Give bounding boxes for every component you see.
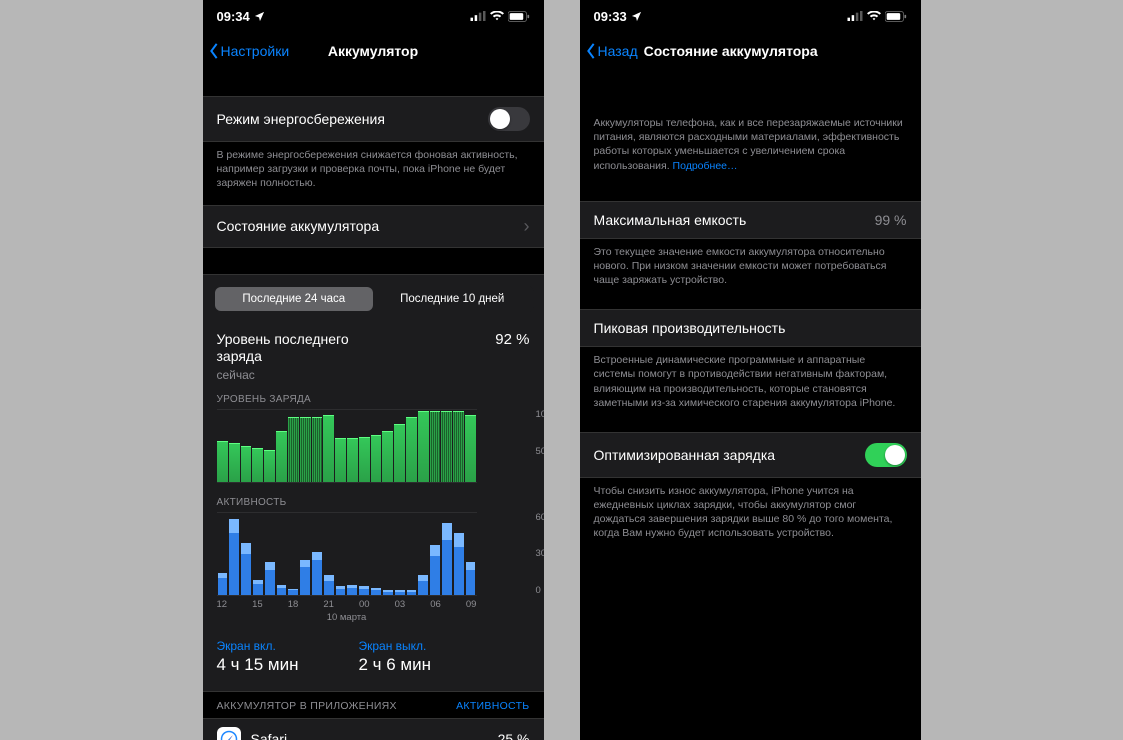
optimized-charging-note: Чтобы снизить износ аккумулятора, iPhone…: [580, 478, 921, 555]
location-icon: [631, 11, 642, 22]
nav-bar: Назад Состояние аккумулятора: [580, 32, 921, 70]
apps-activity-toggle[interactable]: АКТИВНОСТЬ: [456, 700, 529, 712]
wifi-icon: [490, 11, 504, 21]
max-capacity-row: Максимальная емкость 99 %: [580, 201, 921, 239]
screen-on-label: Экран вкл.: [217, 639, 299, 653]
low-power-mode-row[interactable]: Режим энергосбережения: [203, 96, 544, 142]
peak-performance-row: Пиковая производительность: [580, 309, 921, 347]
learn-more-link[interactable]: Подробнее…: [673, 160, 738, 172]
max-capacity-value: 99 %: [875, 212, 907, 228]
app-name: Safari: [251, 731, 288, 740]
peak-performance-note: Встроенные динамические программные и ап…: [580, 347, 921, 424]
screen-on-value: 4 ч 15 мин: [217, 655, 299, 675]
battery-health-label: Состояние аккумулятора: [217, 218, 380, 234]
activity-y-labels: 60 мин30 мин0 мин: [536, 512, 544, 596]
battery-card: Последние 24 часа Последние 10 дней Уров…: [203, 274, 544, 692]
back-button[interactable]: Настройки: [209, 43, 290, 59]
battery-health-screen: 09:33 Назад Состояние аккумулятора Аккум…: [580, 0, 921, 740]
battery-health-row[interactable]: Состояние аккумулятора ›: [203, 205, 544, 248]
screen-off-value: 2 ч 6 мин: [358, 655, 431, 675]
last-charge-value: 92 %: [495, 331, 529, 348]
intro-note: Аккумуляторы телефона, как и все перезар…: [580, 110, 921, 187]
location-icon: [254, 11, 265, 22]
segment-24h[interactable]: Последние 24 часа: [215, 287, 374, 311]
optimized-charging-label: Оптимизированная зарядка: [594, 447, 776, 463]
low-power-switch[interactable]: [488, 107, 530, 131]
apps-section-header: АККУМУЛЯТОР В ПРИЛОЖЕНИЯХ АКТИВНОСТЬ: [203, 692, 544, 718]
max-capacity-note: Это текущее значение емкости аккумулятор…: [580, 239, 921, 302]
time-range-segmented[interactable]: Последние 24 часа Последние 10 дней: [213, 285, 534, 313]
optimized-charging-row[interactable]: Оптимизированная зарядка: [580, 432, 921, 478]
signal-icon: [470, 11, 486, 21]
low-power-note: В режиме энергосбережения снижается фоно…: [203, 142, 544, 205]
max-capacity-label: Максимальная емкость: [594, 212, 747, 228]
app-percent: 25 %: [498, 731, 530, 740]
low-power-label: Режим энергосбережения: [217, 111, 385, 127]
charge-y-labels: 100 %50 %: [536, 409, 544, 483]
safari-icon: [217, 727, 241, 740]
nav-bar: Настройки Аккумулятор: [203, 32, 544, 70]
segment-10d[interactable]: Последние 10 дней: [373, 287, 532, 311]
apps-header-label: АККУМУЛЯТОР В ПРИЛОЖЕНИЯХ: [217, 700, 397, 712]
status-time: 09:33: [594, 9, 627, 24]
back-label: Назад: [598, 43, 638, 59]
charge-level-chart: [217, 409, 477, 483]
status-bar: 09:33: [580, 0, 921, 32]
signal-icon: [847, 11, 863, 21]
optimized-charging-switch[interactable]: [865, 443, 907, 467]
battery-icon: [885, 11, 907, 22]
x-axis-labels: 1215182100030609: [217, 596, 477, 610]
status-time: 09:34: [217, 9, 250, 24]
activity-chart-title: АКТИВНОСТЬ: [217, 497, 530, 508]
battery-icon: [508, 11, 530, 22]
app-usage-row[interactable]: Safari 25 %: [203, 718, 544, 740]
back-button[interactable]: Назад: [586, 43, 638, 59]
last-charge-now: сейчас: [203, 368, 544, 390]
back-label: Настройки: [221, 43, 290, 59]
nav-title: Состояние аккумулятора: [644, 43, 818, 59]
wifi-icon: [867, 11, 881, 21]
battery-settings-screen: 09:34 Настройки Аккумулятор Режим энерго…: [203, 0, 544, 740]
last-charge-title: Уровень последнего заряда: [217, 331, 349, 366]
status-bar: 09:34: [203, 0, 544, 32]
activity-chart: [217, 512, 477, 596]
x-axis-date: 10 марта: [217, 612, 477, 623]
chevron-right-icon: ›: [524, 216, 530, 237]
peak-performance-label: Пиковая производительность: [594, 320, 786, 336]
screen-off-label: Экран выкл.: [358, 639, 431, 653]
usage-row: Экран вкл. 4 ч 15 мин Экран выкл. 2 ч 6 …: [203, 623, 544, 681]
charge-chart-title: УРОВЕНЬ ЗАРЯДА: [217, 394, 530, 405]
